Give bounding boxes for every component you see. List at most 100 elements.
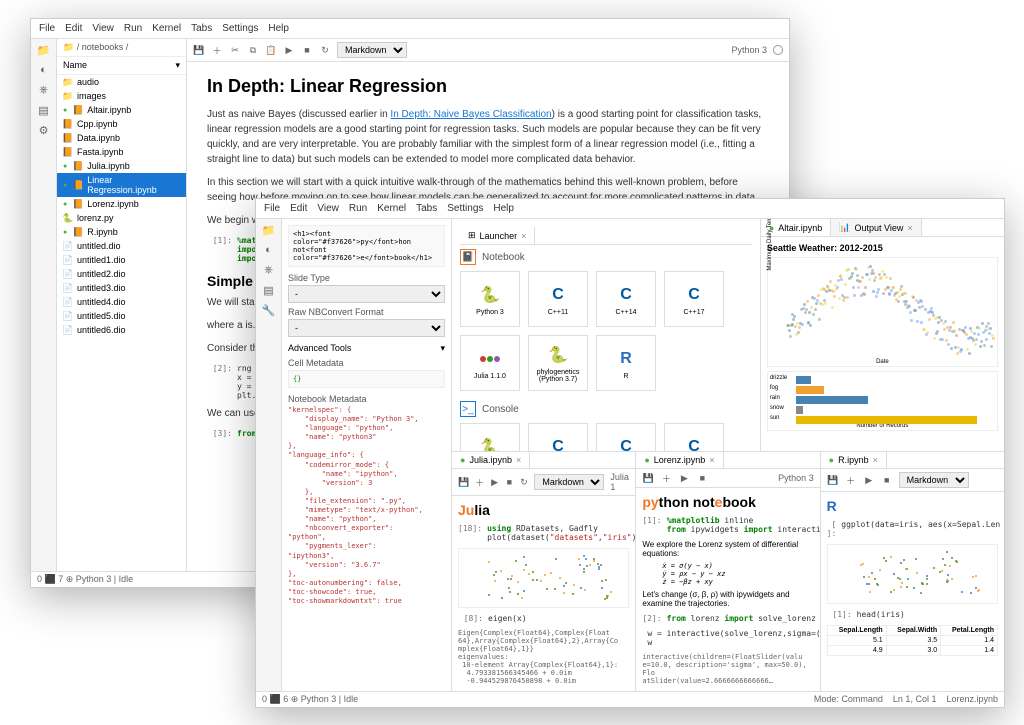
- tabs-icon[interactable]: ▤: [37, 103, 51, 117]
- folder-icon[interactable]: 📁: [262, 223, 276, 237]
- paste-icon[interactable]: 📋: [265, 44, 277, 56]
- menu-edit[interactable]: Edit: [290, 203, 307, 214]
- menu-file[interactable]: File: [39, 23, 55, 34]
- kernel-name[interactable]: Python 3: [778, 473, 814, 483]
- menu-help[interactable]: Help: [268, 23, 289, 34]
- stop-icon[interactable]: ■: [301, 44, 313, 56]
- file-item-julia-ipynb[interactable]: 📙Julia.ipynb: [57, 159, 186, 173]
- menu-settings[interactable]: Settings: [222, 23, 258, 34]
- launch-phylogenetics-python-3-7-[interactable]: 🐍phylogenetics (Python 3.7): [528, 335, 588, 391]
- launch-c-11[interactable]: CC++11: [528, 423, 588, 451]
- running-icon[interactable]: ◐: [262, 243, 276, 257]
- launch-c-14[interactable]: CC++14: [596, 423, 656, 451]
- close-icon[interactable]: ×: [516, 455, 521, 465]
- file-item-untitled4-dio[interactable]: 📄untitled4.dio: [57, 295, 186, 309]
- save-icon[interactable]: 💾: [642, 472, 654, 484]
- launch-julia-1-1-0[interactable]: Julia 1.1.0: [460, 335, 520, 391]
- tab-r[interactable]: ●R.ipynb×: [821, 452, 887, 468]
- kernel-name[interactable]: Julia 1: [610, 472, 629, 492]
- save-icon[interactable]: 💾: [193, 44, 205, 56]
- close-icon[interactable]: ×: [709, 455, 714, 465]
- file-item-images[interactable]: 📁images: [57, 89, 186, 103]
- menu-run[interactable]: Run: [124, 23, 142, 34]
- run-icon[interactable]: ▶: [863, 474, 875, 486]
- breadcrumb[interactable]: 📁 / notebooks /: [57, 39, 186, 57]
- menu-run[interactable]: Run: [349, 203, 367, 214]
- close-icon[interactable]: ×: [521, 231, 526, 241]
- launch-c-17[interactable]: CC++17: [664, 423, 724, 451]
- launch-c-11[interactable]: CC++11: [528, 271, 588, 327]
- stop-icon[interactable]: ■: [881, 474, 893, 486]
- menu-view[interactable]: View: [317, 203, 339, 214]
- restart-icon[interactable]: ↻: [319, 44, 331, 56]
- run-icon[interactable]: ▶: [490, 476, 499, 488]
- launch-r[interactable]: RR: [596, 335, 656, 391]
- menu-help[interactable]: Help: [493, 203, 514, 214]
- close-icon[interactable]: ×: [873, 455, 878, 465]
- file-item-data-ipynb[interactable]: 📙Data.ipynb: [57, 131, 186, 145]
- launch-python-3[interactable]: 🐍Python 3: [460, 423, 520, 451]
- file-item-untitled6-dio[interactable]: 📄untitled6.dio: [57, 323, 186, 337]
- save-icon[interactable]: 💾: [827, 474, 839, 486]
- menu-kernel[interactable]: Kernel: [152, 23, 181, 34]
- file-item-untitled1-dio[interactable]: 📄untitled1.dio: [57, 253, 186, 267]
- nbconvert-select[interactable]: -: [288, 319, 445, 337]
- commands-icon[interactable]: ⎈: [37, 83, 51, 97]
- format-select[interactable]: Markdown: [534, 474, 604, 490]
- file-item-lorenz-ipynb[interactable]: 📙Lorenz.ipynb: [57, 197, 186, 211]
- extension-icon[interactable]: 🔧: [262, 303, 276, 317]
- stop-icon[interactable]: ■: [696, 472, 708, 484]
- launch-c-17[interactable]: CC++17: [664, 271, 724, 327]
- menu-edit[interactable]: Edit: [65, 23, 82, 34]
- menu-file[interactable]: File: [264, 203, 280, 214]
- menu-tabs[interactable]: Tabs: [416, 203, 437, 214]
- cell-metadata-value[interactable]: {}: [288, 370, 445, 388]
- menu-tabs[interactable]: Tabs: [191, 23, 212, 34]
- copy-icon[interactable]: ⧉: [247, 44, 259, 56]
- file-item-linear-regression-ipynb[interactable]: 📙Linear Regression.ipynb: [57, 173, 186, 197]
- running-icon[interactable]: ◐: [37, 63, 51, 77]
- file-item-audio[interactable]: 📁audio: [57, 75, 186, 89]
- add-cell-icon[interactable]: ＋: [211, 44, 223, 56]
- naive-bayes-link[interactable]: In Depth: Naive Bayes Classification: [390, 109, 551, 120]
- run-icon[interactable]: ▶: [283, 44, 295, 56]
- format-select[interactable]: Markdown: [899, 472, 969, 488]
- file-item-untitled-dio[interactable]: 📄untitled.dio: [57, 239, 186, 253]
- tabs-icon[interactable]: ▤: [262, 283, 276, 297]
- tab-julia[interactable]: ●Julia.ipynb×: [452, 452, 530, 468]
- stop-icon[interactable]: ■: [505, 476, 514, 488]
- tab-launcher[interactable]: ⊞Launcher×: [460, 227, 535, 244]
- menu-settings[interactable]: Settings: [447, 203, 483, 214]
- file-item-altair-ipynb[interactable]: 📙Altair.ipynb: [57, 103, 186, 117]
- restart-icon[interactable]: ↻: [520, 476, 529, 488]
- add-icon[interactable]: ＋: [845, 474, 857, 486]
- name-column-header[interactable]: Name▾: [57, 57, 186, 75]
- save-icon[interactable]: 💾: [458, 476, 469, 488]
- advanced-tools-header[interactable]: Advanced Tools▾: [288, 343, 445, 354]
- file-item-untitled3-dio[interactable]: 📄untitled3.dio: [57, 281, 186, 295]
- file-item-untitled5-dio[interactable]: 📄untitled5.dio: [57, 309, 186, 323]
- launch-c-14[interactable]: CC++14: [596, 271, 656, 327]
- extension-icon[interactable]: ⚙: [37, 123, 51, 137]
- commands-icon[interactable]: ⎈: [262, 263, 276, 277]
- menu-view[interactable]: View: [92, 23, 114, 34]
- file-item-r-ipynb[interactable]: 📙R.ipynb: [57, 225, 186, 239]
- cell-format-select[interactable]: Markdown: [337, 42, 407, 58]
- tab-lorenz[interactable]: ●Lorenz.ipynb×: [636, 452, 723, 468]
- add-icon[interactable]: ＋: [660, 472, 672, 484]
- file-item-fasta-ipynb[interactable]: 📙Fasta.ipynb: [57, 145, 186, 159]
- folder-icon[interactable]: 📁: [37, 43, 51, 57]
- menu-kernel[interactable]: Kernel: [377, 203, 406, 214]
- cut-icon[interactable]: ✂: [229, 44, 241, 56]
- run-icon[interactable]: ▶: [678, 472, 690, 484]
- notebook-metadata-json[interactable]: "kernelspec": { "display_name": "Python …: [288, 406, 445, 606]
- slide-type-select[interactable]: -: [288, 285, 445, 303]
- add-icon[interactable]: ＋: [475, 476, 484, 488]
- launch-python-3[interactable]: 🐍Python 3: [460, 271, 520, 327]
- tab-output-view[interactable]: 📊Output View×: [831, 219, 921, 236]
- file-item-cpp-ipynb[interactable]: 📙Cpp.ipynb: [57, 117, 186, 131]
- kernel-name[interactable]: Python 3: [731, 45, 767, 55]
- close-icon[interactable]: ×: [907, 223, 912, 233]
- file-item-untitled2-dio[interactable]: 📄untitled2.dio: [57, 267, 186, 281]
- file-item-lorenz-py[interactable]: 🐍lorenz.py: [57, 211, 186, 225]
